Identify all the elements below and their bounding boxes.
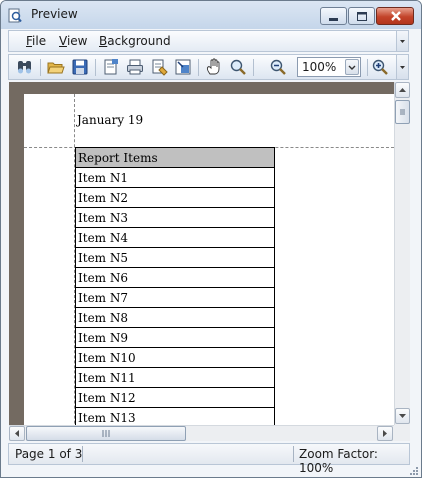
scale-icon[interactable] xyxy=(174,58,192,76)
open-icon[interactable] xyxy=(47,58,65,76)
report-table: Report Items Item N1 Item N2 Item N3 Ite… xyxy=(75,147,275,425)
preview-app-icon xyxy=(8,8,22,23)
resize-grip-icon[interactable] xyxy=(409,466,419,476)
table-header-row: Report Items xyxy=(75,147,275,168)
vertical-scrollbar[interactable] xyxy=(394,82,410,425)
print-icon[interactable] xyxy=(126,58,144,76)
toolbar-separator xyxy=(198,59,199,76)
report-page: January 19 Report Items Item N1 Item N2 … xyxy=(24,94,394,425)
close-icon xyxy=(391,11,401,21)
scroll-down-icon xyxy=(399,414,406,418)
zoom-combobox[interactable]: 100% xyxy=(297,57,361,77)
print-quick-icon[interactable] xyxy=(150,58,168,76)
zoom-value: 100% xyxy=(302,60,337,74)
toolbar-separator xyxy=(40,59,41,76)
grip-icon xyxy=(400,109,405,115)
scroll-up-icon xyxy=(399,88,406,92)
scroll-right-icon xyxy=(383,430,387,437)
table-cell: Item N8 xyxy=(75,307,275,328)
horizontal-scroll-thumb[interactable] xyxy=(26,426,186,441)
table-cell: Item N2 xyxy=(75,187,275,208)
status-page-info: Page 1 of 3 xyxy=(15,447,83,461)
window-title: Preview xyxy=(31,7,78,21)
toolbar-separator xyxy=(95,59,96,76)
table-cell: Item N11 xyxy=(75,367,275,388)
close-button[interactable] xyxy=(376,7,414,25)
menu-background[interactable]: Background xyxy=(99,34,171,48)
status-separator xyxy=(293,446,294,462)
table-cell: Item N13 xyxy=(75,407,275,425)
menu-overflow-button[interactable] xyxy=(396,31,408,51)
toolbar: 100% xyxy=(8,54,409,80)
table-row: Item N4 xyxy=(75,227,275,248)
table-cell: Item N5 xyxy=(75,247,275,268)
page-setup-icon[interactable] xyxy=(102,58,120,76)
maximize-button[interactable] xyxy=(348,7,375,25)
scrollbar-corner xyxy=(394,425,410,441)
scroll-right-button[interactable] xyxy=(377,426,393,441)
scroll-up-button[interactable] xyxy=(395,82,410,98)
zoom-out-icon[interactable] xyxy=(269,58,287,76)
hand-tool-icon[interactable] xyxy=(205,58,223,76)
chevron-down-icon xyxy=(348,65,356,70)
horizontal-scrollbar[interactable] xyxy=(9,425,394,441)
table-cell: Item N3 xyxy=(75,207,275,228)
title-bar[interactable]: Preview xyxy=(1,1,421,29)
table-cell: Item N7 xyxy=(75,287,275,308)
grip-icon xyxy=(102,430,110,437)
table-row: Item N9 xyxy=(75,327,275,348)
table-row: Item N10 xyxy=(75,347,275,368)
zoom-dropdown-button[interactable] xyxy=(345,59,359,75)
toolbar-separator xyxy=(367,59,368,76)
table-row: Item N6 xyxy=(75,267,275,288)
scroll-left-icon xyxy=(15,430,19,437)
table-cell: Item N6 xyxy=(75,267,275,288)
table-row: Item N8 xyxy=(75,307,275,328)
table-cell: Item N10 xyxy=(75,347,275,368)
table-row: Item N1 xyxy=(75,167,275,188)
table-row: Item N2 xyxy=(75,187,275,208)
preview-window: Preview File View Background 100% Januar… xyxy=(0,0,422,478)
menu-bar: File View Background xyxy=(8,30,409,52)
scroll-down-button[interactable] xyxy=(395,408,410,424)
status-bar: Page 1 of 3 Zoom Factor: 100% xyxy=(8,443,410,475)
table-header: Report Items xyxy=(75,147,275,168)
table-cell: Item N12 xyxy=(75,387,275,408)
preview-area[interactable]: January 19 Report Items Item N1 Item N2 … xyxy=(9,82,394,425)
minimize-icon xyxy=(329,18,338,21)
chevron-down-icon xyxy=(400,66,405,69)
status-separator xyxy=(82,446,83,462)
toolbar-overflow-button[interactable] xyxy=(396,55,408,79)
table-cell: Item N1 xyxy=(75,167,275,188)
table-row: Item N5 xyxy=(75,247,275,268)
report-date: January 19 xyxy=(77,113,144,127)
save-icon[interactable] xyxy=(71,58,89,76)
scroll-left-button[interactable] xyxy=(9,426,25,441)
table-row: Item N12 xyxy=(75,387,275,408)
zoom-in-icon[interactable] xyxy=(371,58,389,76)
table-cell: Item N9 xyxy=(75,327,275,348)
menu-file[interactable]: File xyxy=(26,34,46,48)
chevron-down-icon xyxy=(400,40,405,43)
table-cell: Item N4 xyxy=(75,227,275,248)
menu-view[interactable]: View xyxy=(59,34,87,48)
table-row: Item N7 xyxy=(75,287,275,308)
table-row: Item N11 xyxy=(75,367,275,388)
magnifier-icon[interactable] xyxy=(229,58,247,76)
table-row: Item N3 xyxy=(75,207,275,228)
maximize-icon xyxy=(357,12,367,21)
vertical-scroll-thumb[interactable] xyxy=(395,100,410,124)
table-row: Item N13 xyxy=(75,407,275,425)
find-icon[interactable] xyxy=(16,58,34,76)
toolbar-separator xyxy=(253,59,254,76)
status-zoom-factor: Zoom Factor: 100% xyxy=(299,447,378,475)
minimize-button[interactable] xyxy=(320,7,347,25)
